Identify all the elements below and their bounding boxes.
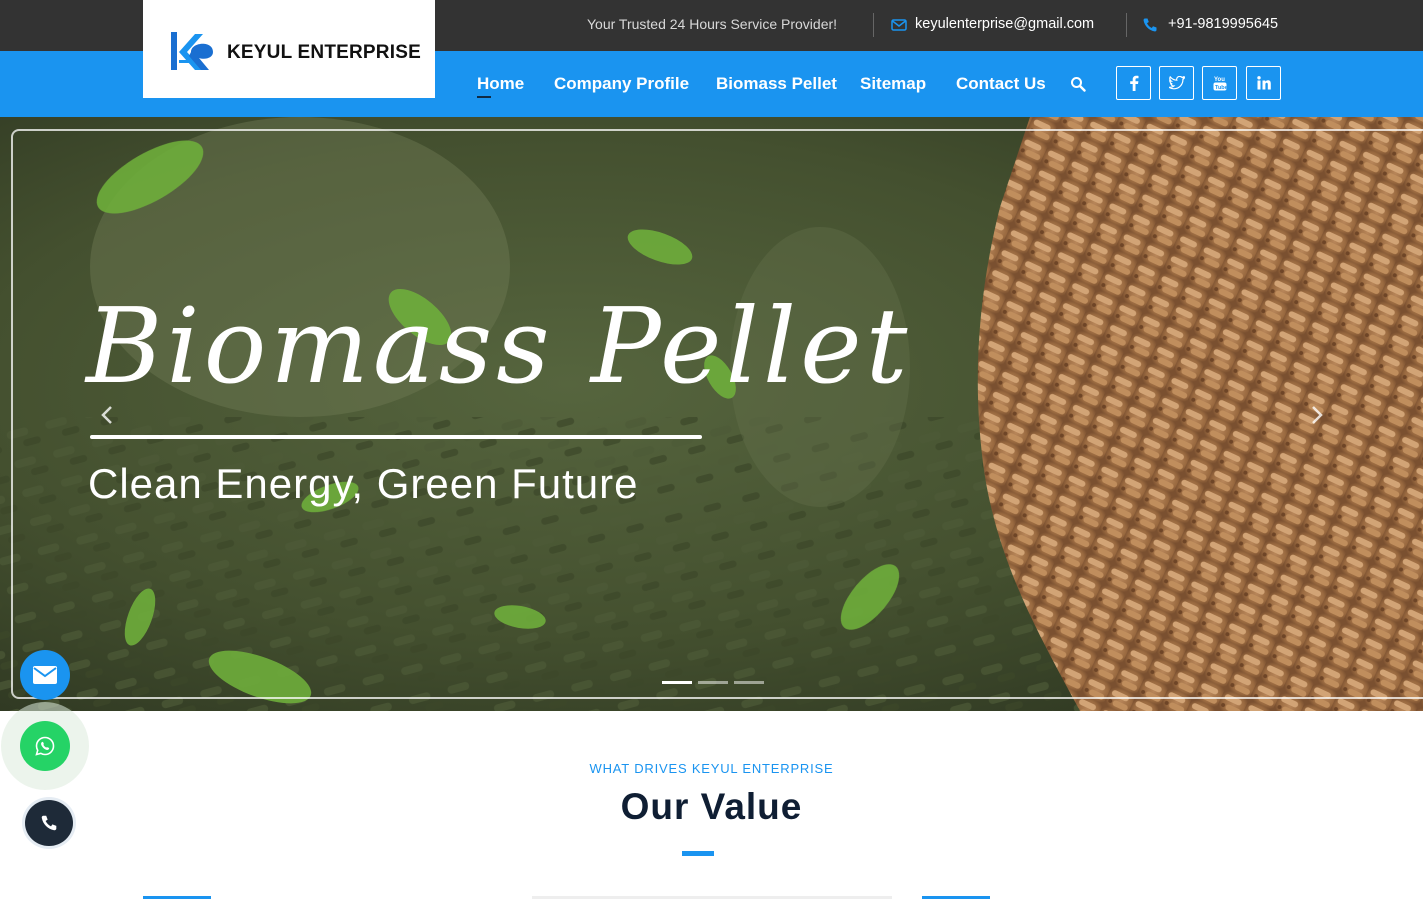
- svg-text:Tube: Tube: [1215, 85, 1227, 91]
- envelope-icon: [891, 19, 907, 31]
- envelope-icon: [33, 666, 57, 684]
- hero-slider: Biomass Pellet Clean Energy, Green Futur…: [0, 117, 1423, 711]
- divider: [873, 13, 874, 37]
- brand-logo[interactable]: KEYUL ENTERPRISE: [143, 0, 435, 98]
- hero-frame: [11, 129, 1423, 699]
- whatsapp-icon: [35, 736, 55, 756]
- section-title: Our Value: [620, 786, 803, 827]
- twitter-icon: [1168, 76, 1185, 90]
- youtube-icon: You Tube: [1213, 77, 1227, 91]
- search-icon[interactable]: [1070, 76, 1086, 92]
- nav-contact-us[interactable]: Contact Us: [956, 74, 1046, 94]
- hero-subtitle: Clean Energy, Green Future: [88, 460, 639, 507]
- nav-sitemap[interactable]: Sitemap: [860, 74, 926, 94]
- twitter-button[interactable]: [1159, 66, 1194, 100]
- nav-home[interactable]: Home: [477, 74, 524, 94]
- linkedin-button[interactable]: [1246, 66, 1281, 100]
- active-indicator: [477, 96, 491, 98]
- section-kicker: WHAT DRIVES KEYUL ENTERPRISE: [589, 761, 834, 776]
- slide-dot-1[interactable]: [662, 681, 692, 684]
- phone-link[interactable]: +91-9819995645: [1168, 16, 1278, 32]
- email-link[interactable]: keyulenterprise@gmail.com: [915, 16, 1094, 32]
- whatsapp-float-button[interactable]: [20, 721, 70, 771]
- next-slide-icon[interactable]: [1306, 403, 1328, 427]
- ke-logo-mark: [171, 32, 213, 70]
- section-title-accent: [682, 851, 714, 856]
- divider: [1126, 13, 1127, 37]
- phone-icon: [41, 815, 57, 831]
- nav-company-profile[interactable]: Company Profile: [554, 74, 689, 94]
- facebook-icon: [1129, 75, 1138, 91]
- facebook-button[interactable]: [1116, 66, 1151, 100]
- brand-name: KEYUL ENTERPRISE: [227, 42, 421, 63]
- hero-title: Biomass Pellet: [86, 285, 912, 407]
- prev-slide-icon[interactable]: [96, 403, 118, 427]
- slide-dot-2[interactable]: [698, 681, 728, 684]
- svg-text:You: You: [1214, 77, 1225, 83]
- tagline: Your Trusted 24 Hours Service Provider!: [587, 16, 838, 32]
- slide-dot-3[interactable]: [734, 681, 764, 684]
- phone-icon: [1143, 18, 1157, 32]
- youtube-button[interactable]: You Tube: [1202, 66, 1237, 100]
- email-float-button[interactable]: [20, 650, 70, 700]
- hero-divider: [90, 435, 702, 439]
- linkedin-icon: [1256, 76, 1271, 90]
- call-float-button[interactable]: [25, 800, 73, 846]
- nav-biomass-pellet[interactable]: Biomass Pellet: [716, 74, 837, 94]
